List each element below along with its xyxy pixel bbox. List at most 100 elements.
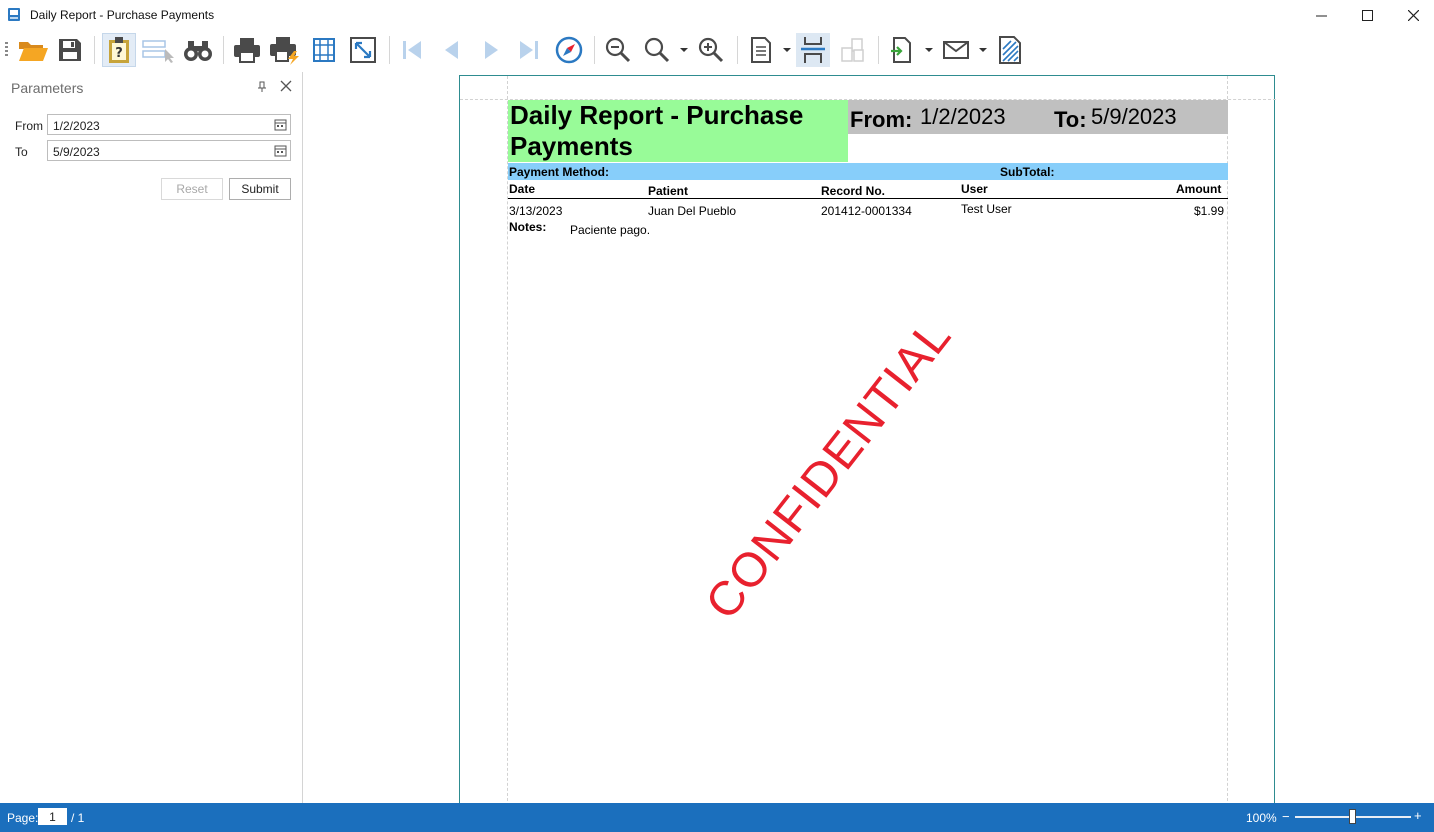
- scale-icon: [350, 37, 376, 63]
- continuous-scrolling-button[interactable]: [796, 33, 830, 67]
- column-header-amount: Amount: [1176, 182, 1222, 196]
- next-page-button[interactable]: [475, 33, 509, 67]
- page-number-input[interactable]: 1: [38, 808, 67, 825]
- to-label: To: [15, 145, 28, 159]
- close-icon: [1407, 9, 1419, 21]
- margin-guide-left: [507, 76, 508, 803]
- editing-fields-button[interactable]: [141, 33, 175, 67]
- last-page-icon: [520, 41, 538, 59]
- navigate-button[interactable]: [552, 33, 586, 67]
- close-panel-icon[interactable]: [280, 80, 292, 92]
- calendar-icon[interactable]: [274, 144, 287, 157]
- first-page-icon: [403, 41, 421, 59]
- calendar-icon[interactable]: [274, 118, 287, 131]
- from-date-value: 1/2/2023: [53, 119, 100, 133]
- cell-amount: $1.99: [1194, 204, 1225, 218]
- editing-fields-icon: [142, 40, 174, 63]
- multiple-pages-icon: [751, 37, 771, 63]
- zoom-level: 100%: [1246, 811, 1277, 825]
- open-icon: [19, 42, 48, 61]
- from-label: From:: [850, 107, 913, 132]
- previous-page-button[interactable]: [434, 33, 468, 67]
- page-setup-icon: [313, 38, 335, 62]
- find-button[interactable]: [181, 33, 215, 67]
- pin-icon[interactable]: [257, 81, 267, 93]
- display-mode-button[interactable]: [835, 33, 869, 67]
- scale-button[interactable]: [346, 33, 380, 67]
- zoom-in-icon: [698, 37, 724, 63]
- zoom-out-icon: [605, 37, 631, 63]
- reset-button[interactable]: Reset: [161, 178, 223, 200]
- payment-method-band: Payment Method: SubTotal:: [508, 163, 1228, 180]
- window-title: Daily Report - Purchase Payments: [30, 8, 215, 22]
- page-setup-button[interactable]: [307, 33, 341, 67]
- first-page-button[interactable]: [395, 33, 429, 67]
- report-viewer-window: Daily Report - Purchase Payments ? Param…: [0, 0, 1434, 832]
- zoom-slider-thumb[interactable]: [1349, 809, 1356, 824]
- zoom-in-button[interactable]: [694, 33, 728, 67]
- document-map-button[interactable]: ?: [102, 33, 136, 67]
- column-header-user: User: [961, 182, 988, 196]
- save-button[interactable]: [53, 33, 87, 67]
- zoom-button[interactable]: [640, 33, 674, 67]
- previous-page-icon: [445, 41, 458, 59]
- parameters-panel: Parameters From 1/2/2023 To 5/9/2023 Res…: [0, 72, 303, 803]
- to-date-field[interactable]: 5/9/2023: [47, 140, 291, 161]
- maximize-button[interactable]: [1344, 0, 1390, 30]
- open-button[interactable]: [16, 33, 50, 67]
- confidential-watermark: CONFIDENTIAL: [695, 309, 962, 630]
- watermark-button[interactable]: [993, 33, 1027, 67]
- column-header-patient: Patient: [648, 184, 689, 198]
- multiple-pages-button[interactable]: [744, 33, 778, 67]
- minimize-icon: [1315, 15, 1327, 16]
- display-mode-icon: [841, 38, 864, 62]
- quick-print-icon: [270, 37, 299, 65]
- export-button[interactable]: [885, 33, 919, 67]
- find-icon: [184, 41, 212, 61]
- toolbar-grip[interactable]: [5, 42, 8, 58]
- submit-button[interactable]: Submit: [229, 178, 291, 200]
- close-button[interactable]: [1390, 0, 1434, 30]
- quick-print-button[interactable]: [267, 33, 301, 67]
- header-rule: [508, 198, 1228, 199]
- margin-guide-right: [1227, 76, 1228, 803]
- from-value: 1/2/2023: [920, 104, 1006, 129]
- navigate-icon: [555, 36, 583, 64]
- zoom-out-icon[interactable]: −: [1282, 809, 1290, 824]
- cell-record-no: 201412-0001334: [821, 204, 912, 218]
- zoom-out-button[interactable]: [601, 33, 635, 67]
- payment-method-label: Payment Method:: [509, 165, 610, 179]
- subtotal-label: SubTotal:: [1000, 165, 1055, 179]
- toolbar: ?: [0, 30, 1434, 95]
- to-label: To:: [1054, 107, 1087, 132]
- parameters-title: Parameters: [11, 80, 84, 96]
- print-button[interactable]: [230, 33, 264, 67]
- cell-date: 3/13/2023: [509, 204, 563, 218]
- multiple-pages-dropdown-icon[interactable]: [783, 46, 791, 54]
- zoom-icon: [644, 37, 670, 63]
- notes-value: Paciente pago.: [570, 223, 651, 237]
- report-title: Daily Report - Purchase Payments: [510, 100, 804, 161]
- last-page-button[interactable]: [512, 33, 546, 67]
- document-map-icon: ?: [109, 37, 129, 63]
- column-header-date: Date: [509, 182, 536, 196]
- minimize-button[interactable]: [1298, 0, 1344, 30]
- send-email-button[interactable]: [939, 33, 973, 67]
- report-title-box: Daily Report - Purchase Payments: [508, 100, 848, 162]
- cell-patient: Juan Del Pueblo: [648, 204, 737, 218]
- send-email-icon: [943, 41, 969, 59]
- maximize-icon: [1361, 9, 1373, 21]
- continuous-scrolling-icon: [801, 37, 825, 63]
- notes-label: Notes:: [509, 220, 547, 234]
- report-preview-area[interactable]: Daily Report - Purchase Payments From: 1…: [304, 72, 1434, 803]
- date-range-box: From: 1/2/2023 To: 5/9/2023: [848, 100, 1228, 134]
- cell-user: Test User: [961, 202, 1012, 216]
- zoom-dropdown-icon[interactable]: [680, 46, 688, 54]
- from-date-field[interactable]: 1/2/2023: [47, 114, 291, 135]
- zoom-in-icon[interactable]: +: [1414, 808, 1422, 823]
- print-icon: [234, 38, 260, 63]
- report-page: Daily Report - Purchase Payments From: 1…: [459, 75, 1276, 803]
- title-bar: Daily Report - Purchase Payments: [0, 0, 1434, 30]
- send-email-dropdown-icon[interactable]: [979, 46, 987, 54]
- export-dropdown-icon[interactable]: [925, 46, 933, 54]
